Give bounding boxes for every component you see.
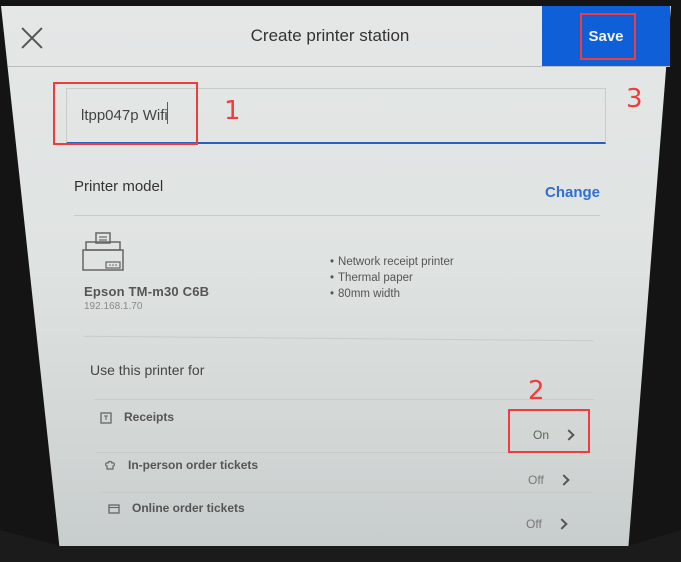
use-for-row-online-order-tickets[interactable]: Online order tickets Off <box>108 501 578 543</box>
station-name-input[interactable] <box>81 103 581 127</box>
printer-ip-address: 192.168.1.70 <box>84 301 143 312</box>
browser-window-icon <box>108 504 120 514</box>
feature-item: 80mm width <box>330 286 454 302</box>
printer-name: Epson TM-m30 C6B <box>84 284 210 299</box>
row-divider <box>94 399 594 400</box>
chevron-right-icon <box>556 518 568 530</box>
station-name-field[interactable] <box>66 88 606 144</box>
save-button[interactable]: Save <box>542 6 670 66</box>
row-divider <box>100 492 592 493</box>
printer-features-list: Network receipt printer Thermal paper 80… <box>330 254 454 302</box>
row-status: Off <box>528 473 544 487</box>
use-printer-for-label: Use this printer for <box>90 362 205 378</box>
feature-item: Thermal paper <box>330 270 454 286</box>
row-status: On <box>533 428 550 442</box>
chef-hat-icon <box>105 460 115 470</box>
row-divider <box>96 452 592 453</box>
chevron-right-icon <box>563 429 575 441</box>
row-label: In-person order tickets <box>128 458 259 472</box>
header-divider <box>8 66 670 67</box>
printer-model-label: Printer model <box>74 178 164 195</box>
row-label: Receipts <box>124 410 175 424</box>
printer-icon <box>82 232 124 271</box>
change-printer-link[interactable]: Change <box>545 184 600 201</box>
use-for-row-receipts[interactable]: Receipts On <box>100 410 590 452</box>
section-divider <box>74 215 600 216</box>
use-for-row-in-person-order-tickets[interactable]: In-person order tickets Off <box>104 458 584 500</box>
modal-header: Create printer station Save <box>0 6 681 66</box>
feature-item: Network receipt printer <box>330 254 454 270</box>
receipt-icon <box>100 412 112 424</box>
chevron-right-icon <box>558 474 570 486</box>
row-label: Online order tickets <box>132 501 245 515</box>
text-caret <box>167 102 168 124</box>
row-status: Off <box>526 517 542 531</box>
